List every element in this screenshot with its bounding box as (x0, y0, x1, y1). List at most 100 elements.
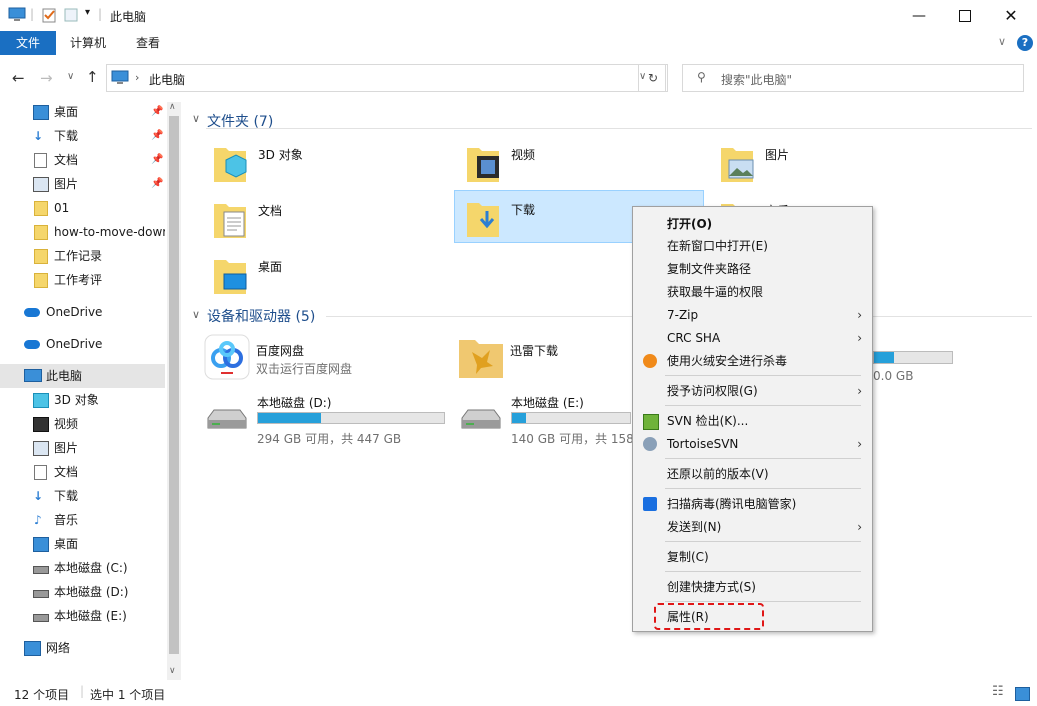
scroll-up-icon[interactable]: ∧ (169, 102, 176, 112)
nav-label: OneDrive (46, 337, 103, 351)
nav-label: 01 (54, 201, 70, 215)
video-icon (33, 417, 49, 432)
new-folder-icon[interactable] (64, 7, 78, 23)
desktop-folder-icon (214, 260, 247, 294)
nav-item-drive-e[interactable]: 本地磁盘 (E:) (0, 604, 165, 628)
details-view-icon[interactable]: ☷ (992, 684, 1004, 699)
nav-item-videos[interactable]: 视频 (0, 412, 165, 436)
search-input[interactable]: ⚲ 搜索"此电脑" (682, 64, 1024, 92)
qat-dropdown-icon[interactable]: ▾ (85, 7, 90, 18)
nav-item-work-evaluation[interactable]: 工作考评 (0, 268, 165, 292)
menu-create-shortcut[interactable]: 创建快捷方式(S) (633, 576, 872, 598)
close-button[interactable]: ✕ (988, 0, 1034, 31)
help-icon[interactable]: ? (1017, 35, 1033, 51)
menu-restore-versions[interactable]: 还原以前的版本(V) (633, 463, 872, 485)
nav-item-drive-d[interactable]: 本地磁盘 (D:) (0, 580, 165, 604)
menu-svn-checkout[interactable]: SVN 检出(K)... (633, 410, 872, 432)
submenu-arrow-icon: › (857, 437, 862, 451)
devices-header[interactable]: 设备和驱动器 (5) (207, 306, 315, 326)
folder-documents[interactable]: 文档 (202, 194, 452, 246)
up-arrow-icon[interactable]: ↑ (86, 68, 99, 86)
menu-tortoisesvn[interactable]: TortoiseSVN › (633, 433, 872, 455)
menu-separator (665, 541, 861, 542)
menu-open-new-window[interactable]: 在新窗口中打开(E) (633, 235, 872, 257)
menu-grant-access[interactable]: 授予访问权限(G) › (633, 380, 872, 402)
tab-view[interactable]: 查看 (120, 31, 176, 55)
back-arrow-icon[interactable]: ← (12, 69, 25, 87)
tile-label: 百度网盘 (256, 344, 305, 358)
recent-dropdown-icon[interactable]: ∨ (67, 71, 74, 82)
ribbon-expand-icon[interactable]: ∨ (998, 35, 1006, 48)
nav-label: 下载 (54, 489, 79, 503)
scroll-thumb[interactable] (169, 116, 179, 654)
tab-file[interactable]: 文件 (0, 31, 57, 55)
menu-tencent-scan[interactable]: 扫描病毒(腾讯电脑管家) (633, 493, 872, 515)
minimize-button[interactable]: — (896, 0, 942, 31)
tile-sublabel: 140 GB 可用，共 158 (511, 432, 634, 446)
cube-folder-icon (214, 148, 247, 182)
submenu-arrow-icon: › (857, 384, 862, 398)
tab-computer[interactable]: 计算机 (54, 31, 122, 55)
nav-item-network[interactable]: 网络 (0, 636, 165, 660)
tiles-view-icon[interactable] (1015, 687, 1030, 701)
folder-3d-objects[interactable]: 3D 对象 (202, 138, 452, 190)
forward-arrow-icon[interactable]: → (40, 69, 53, 87)
tile-label: 本地磁盘 (E:) (511, 396, 584, 410)
nav-item-documents-2[interactable]: 文档 (0, 460, 165, 484)
menu-huorong-scan[interactable]: 使用火绒安全进行杀毒 (633, 350, 872, 372)
nav-item-downloads[interactable]: ↓ 下载 📌 (0, 124, 165, 148)
nav-item-pictures-2[interactable]: 图片 (0, 436, 165, 460)
scroll-down-icon[interactable]: ∨ (169, 666, 176, 676)
nav-item-desktop[interactable]: 桌面 📌 (0, 100, 165, 124)
nav-item-music[interactable]: ♪ 音乐 (0, 508, 165, 532)
tile-label: 图片 (765, 148, 790, 162)
svn-checkout-icon (643, 414, 659, 430)
document-folder-icon (214, 204, 246, 238)
properties-check-icon[interactable] (41, 7, 57, 23)
tile-sublabel: 0.0 GB (873, 369, 914, 383)
nav-item-onedrive[interactable]: OneDrive (0, 300, 165, 324)
submenu-arrow-icon: › (857, 331, 862, 345)
nav-item-desktop-2[interactable]: 桌面 (0, 532, 165, 556)
folder-desktop[interactable]: 桌面 (202, 250, 452, 302)
maximize-button[interactable] (942, 0, 988, 31)
folder-pictures[interactable]: 图片 (709, 138, 959, 190)
nav-scrollbar[interactable]: ∧ ∨ (167, 102, 181, 680)
collapse-chevron-icon[interactable]: ∨ (192, 112, 200, 125)
device-drive-d[interactable]: 本地磁盘 (D:) 294 GB 可用，共 447 GB (200, 388, 450, 446)
drive-icon (33, 566, 49, 574)
nav-item-documents[interactable]: 文档 📌 (0, 148, 165, 172)
network-icon (24, 641, 41, 656)
nav-item-01[interactable]: 01 (0, 196, 165, 220)
menu-copy-path[interactable]: 复制文件夹路径 (633, 258, 872, 280)
nav-item-drive-c[interactable]: 本地磁盘 (C:) (0, 556, 165, 580)
search-placeholder: 搜索"此电脑" (721, 73, 793, 87)
drive-icon (33, 614, 49, 622)
nav-label: 本地磁盘 (E:) (54, 609, 127, 623)
collapse-chevron-icon[interactable]: ∨ (192, 308, 200, 321)
menu-7zip[interactable]: 7-Zip › (633, 304, 872, 326)
folder-icon (34, 273, 48, 288)
nav-item-how-to-move[interactable]: how-to-move-dowr (0, 220, 165, 244)
nav-item-downloads-2[interactable]: ↓ 下载 (0, 484, 165, 508)
device-baidu-netdisk[interactable]: 百度网盘 双击运行百度网盘 (200, 334, 450, 386)
menu-separator (665, 458, 861, 459)
nav-item-work-records[interactable]: 工作记录 (0, 244, 165, 268)
breadcrumb[interactable]: 此电脑 (149, 71, 185, 88)
nav-item-pictures[interactable]: 图片 📌 (0, 172, 165, 196)
huorong-icon (643, 354, 657, 368)
menu-take-ownership[interactable]: 获取最牛逼的权限 (633, 281, 872, 303)
address-bar[interactable]: › 此电脑 ∨ (106, 64, 666, 92)
device-drive-e[interactable]: 本地磁盘 (E:) 140 GB 可用，共 158 (454, 388, 634, 446)
computer-icon (8, 7, 26, 21)
menu-crc-sha[interactable]: CRC SHA › (633, 327, 872, 349)
refresh-button[interactable]: ↻ (638, 64, 668, 92)
menu-send-to[interactable]: 发送到(N) › (633, 516, 872, 538)
nav-item-this-pc[interactable]: 此电脑 (0, 364, 165, 388)
folder-videos[interactable]: 视频 (455, 138, 705, 190)
nav-item-3d-objects[interactable]: 3D 对象 (0, 388, 165, 412)
menu-open[interactable]: 打开(O) (633, 213, 872, 235)
nav-item-onedrive-2[interactable]: OneDrive (0, 332, 165, 356)
menu-copy[interactable]: 复制(C) (633, 546, 872, 568)
document-icon (34, 465, 47, 480)
